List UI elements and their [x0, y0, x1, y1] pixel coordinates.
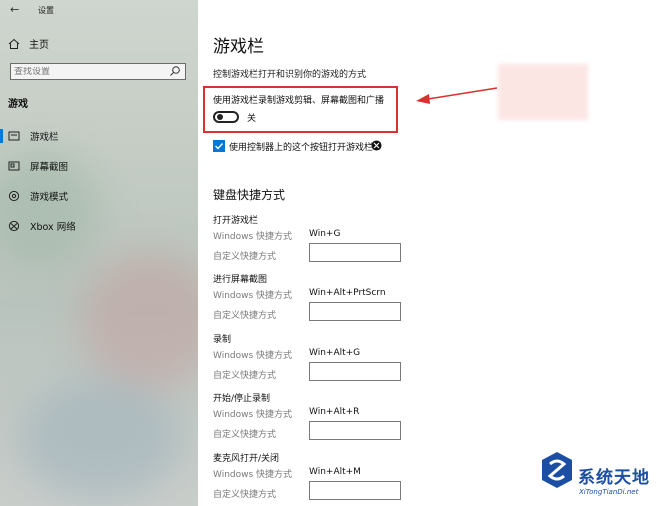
windows-shortcut-value: Win+Alt+G: [309, 348, 361, 358]
custom-shortcut-input[interactable]: [311, 247, 399, 262]
custom-shortcut-label: 自定义快捷方式: [213, 371, 277, 381]
custom-shortcut-input[interactable]: [311, 425, 399, 440]
screenshot-icon: [8, 161, 20, 171]
checkmark-icon: [215, 143, 224, 150]
windows-shortcut-value: Win+Alt+R: [309, 407, 360, 417]
windows-shortcut-label: Windows 快捷方式: [213, 232, 293, 242]
sidebar-item-label: Xbox 网络: [30, 222, 76, 233]
sidebar: ← 设置 主页 游戏 游戏栏 屏幕截图 游戏模式: [0, 0, 198, 506]
controller-checkbox-label: 使用控制器上的这个按钮打开游戏栏:: [229, 143, 377, 153]
custom-shortcut-field[interactable]: [309, 421, 401, 440]
custom-shortcut-input[interactable]: [311, 485, 399, 500]
windows-shortcut-value: Win+Alt+PrtScrn: [309, 288, 386, 298]
page-title: 游戏栏: [213, 37, 264, 57]
background-blur: [20, 380, 180, 500]
windows-shortcut-label: Windows 快捷方式: [213, 291, 293, 301]
watermark-logo-icon: [542, 452, 572, 488]
custom-shortcut-field[interactable]: [309, 243, 401, 262]
back-arrow-icon[interactable]: ←: [10, 3, 19, 16]
custom-shortcut-label: 自定义快捷方式: [213, 311, 277, 321]
shortcut-group-title: 打开游戏栏: [213, 216, 259, 226]
toggle-label: 使用游戏栏录制游戏剪辑、屏幕截图和广播: [213, 96, 385, 106]
sidebar-section-title: 游戏: [8, 99, 28, 110]
xbox-button-icon: [371, 140, 382, 151]
game-bar-icon: [8, 131, 20, 141]
custom-shortcut-label: 自定义快捷方式: [213, 252, 277, 262]
shortcut-group-title: 开始/停止录制: [213, 394, 271, 404]
xbox-icon: [8, 220, 20, 232]
windows-shortcut-label: Windows 快捷方式: [213, 351, 293, 361]
watermark-title: 系统天地: [578, 468, 650, 488]
sidebar-item-label: 主页: [29, 40, 49, 51]
sidebar-item-screenshot[interactable]: 屏幕截图: [0, 156, 198, 176]
sidebar-item-label: 屏幕截图: [30, 162, 69, 173]
custom-shortcut-field[interactable]: [309, 302, 401, 321]
page-description: 控制游戏栏打开和识别你的游戏的方式: [213, 70, 367, 80]
custom-shortcut-field[interactable]: [309, 481, 401, 500]
record-toggle[interactable]: [213, 111, 239, 123]
search-icon[interactable]: [169, 65, 181, 77]
shortcut-group-title: 麦克风打开/关闭: [213, 454, 280, 464]
keyboard-shortcuts-title: 键盘快捷方式: [213, 188, 286, 202]
sidebar-item-home[interactable]: 主页: [8, 36, 49, 51]
watermark-subtitle: XiTongTianDi.net: [579, 488, 639, 496]
background-blur: [80, 250, 198, 390]
custom-shortcut-label: 自定义快捷方式: [213, 430, 277, 440]
custom-shortcut-label: 自定义快捷方式: [213, 490, 277, 500]
windows-shortcut-value: Win+Alt+M: [309, 467, 361, 477]
windows-shortcut-label: Windows 快捷方式: [213, 410, 293, 420]
search-input[interactable]: [14, 66, 164, 77]
custom-shortcut-input[interactable]: [311, 366, 399, 381]
windows-shortcut-label: Windows 快捷方式: [213, 470, 293, 480]
windows-shortcut-value: Win+G: [309, 229, 341, 239]
sidebar-item-xbox-network[interactable]: Xbox 网络: [0, 216, 198, 236]
main-panel: 游戏栏 控制游戏栏打开和识别你的游戏的方式 使用游戏栏录制游戏剪辑、屏幕截图和广…: [198, 0, 664, 506]
sidebar-item-label: 游戏栏: [30, 132, 59, 143]
sidebar-item-game-mode[interactable]: 游戏模式: [0, 186, 198, 206]
custom-shortcut-input[interactable]: [311, 306, 399, 321]
home-icon: [8, 38, 20, 49]
shortcut-group-title: 录制: [213, 335, 232, 345]
blurred-patch: [498, 64, 588, 120]
toggle-knob: [217, 114, 223, 120]
controller-checkbox[interactable]: [213, 140, 225, 152]
shortcut-group-title: 进行屏幕截图: [213, 275, 268, 285]
search-box[interactable]: [10, 63, 186, 80]
game-mode-icon: [8, 190, 20, 202]
custom-shortcut-field[interactable]: [309, 362, 401, 381]
sidebar-item-game-bar[interactable]: 游戏栏: [0, 126, 198, 146]
toggle-state-label: 关: [247, 114, 257, 124]
sidebar-item-label: 游戏模式: [30, 192, 69, 203]
window-title: 设置: [38, 6, 54, 15]
